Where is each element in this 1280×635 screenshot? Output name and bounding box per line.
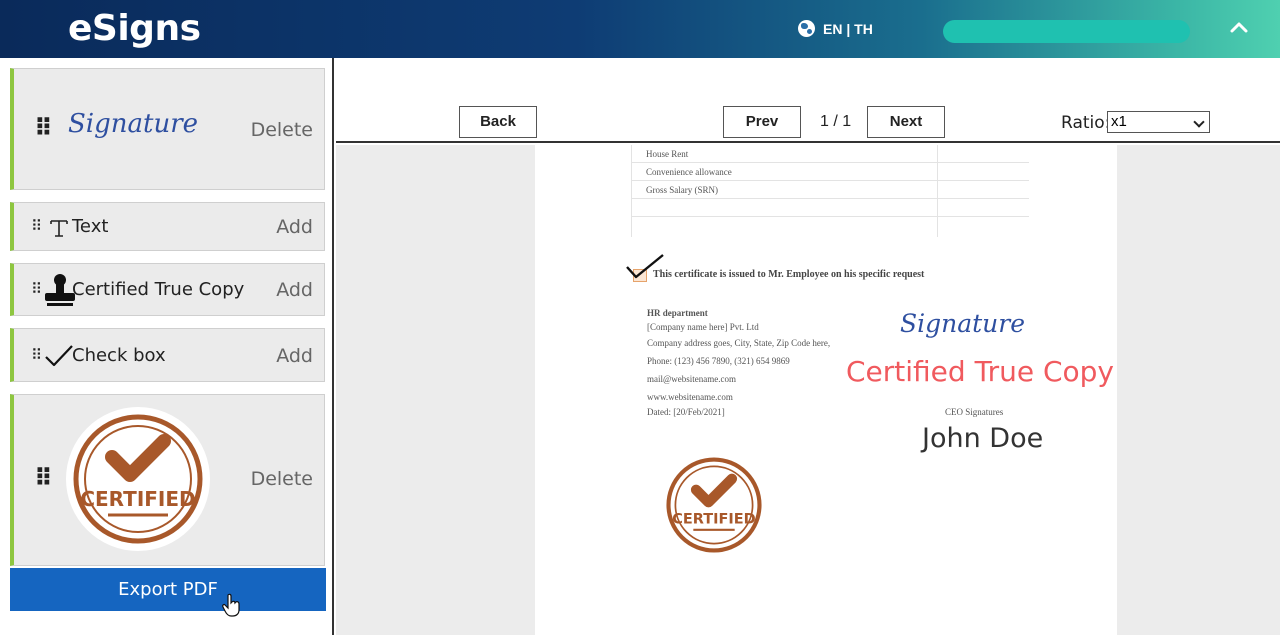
sidebar-item-label: Check box [72, 345, 166, 366]
certificate-statement: This certificate is issued to Mr. Employ… [653, 269, 925, 280]
signature-preview: Signature [68, 109, 199, 139]
pdf-page[interactable]: House Rent Convenience allowance Gross S… [535, 145, 1117, 635]
ratio-select[interactable]: x1 [1107, 111, 1210, 133]
add-button[interactable]: Add [276, 279, 313, 301]
hand-pointer-icon [222, 593, 240, 617]
drag-handle-icon[interactable]: ⠿ [34, 467, 53, 491]
certified-seal-image: CERTIFIED [66, 407, 210, 551]
pdf-viewer[interactable]: House Rent Convenience allowance Gross S… [336, 145, 1280, 635]
export-pdf-button[interactable]: Export PDF [10, 568, 326, 617]
export-pdf-label[interactable]: Export PDF [118, 579, 218, 600]
placed-signature[interactable]: Signature [900, 309, 1025, 338]
ceo-name[interactable]: John Doe [922, 423, 1043, 454]
ratio-select-value: x1 [1111, 113, 1127, 130]
chevron-up-icon[interactable] [1228, 16, 1250, 38]
table-column-divider [937, 145, 938, 237]
sidebar-item-check-box[interactable]: ⠿ Check box Add [10, 328, 325, 382]
back-button[interactable]: Back [459, 106, 537, 138]
hr-phone: Phone: (123) 456 7890, (321) 654 9869 [647, 356, 790, 366]
drag-handle-icon[interactable]: ⠿ [31, 348, 42, 363]
hr-dated: Dated: [20/Feb/2021] [647, 407, 725, 417]
table-row [632, 199, 1029, 217]
checkmark-icon [45, 345, 73, 367]
header-progress-pill [943, 20, 1190, 43]
ratio-label: Ratio: [1061, 113, 1111, 133]
viewer-toolbar: Back Prev 1 / 1 Next Ratio: x1 [336, 58, 1280, 143]
app-logo: eSigns [68, 8, 201, 49]
language-label[interactable]: EN | TH [823, 21, 873, 37]
table-row: House Rent [632, 145, 1029, 163]
table-row [632, 217, 1029, 235]
sidebar-item-certified-seal[interactable]: ⠿ CERTIFIED Delete [10, 394, 325, 566]
sidebar: ⠿ Signature Delete ⠿ Text Add ⠿ Certifie… [0, 58, 334, 635]
app-header: eSigns EN | TH [0, 0, 1280, 58]
sidebar-item-text[interactable]: ⠿ Text Add [10, 202, 325, 251]
hr-website: www.websitename.com [647, 392, 733, 402]
prev-button[interactable]: Prev [723, 106, 801, 138]
add-button[interactable]: Add [276, 216, 313, 238]
drag-handle-icon[interactable]: ⠿ [31, 282, 42, 297]
hr-email: mail@websitename.com [647, 374, 737, 384]
salary-table: House Rent Convenience allowance Gross S… [631, 145, 1029, 237]
drag-handle-icon[interactable]: ⠿ [31, 219, 42, 234]
ceo-signature-label: CEO Signatures [945, 407, 1004, 417]
table-row: Convenience allowance [632, 163, 1029, 181]
seal-text: CERTIFIED [80, 487, 195, 511]
table-row: Gross Salary (SRN) [632, 181, 1029, 199]
hr-company: [Company name here] Pvt. Ltd [647, 322, 759, 332]
add-button[interactable]: Add [276, 345, 313, 367]
sidebar-item-signature[interactable]: ⠿ Signature Delete [10, 68, 325, 190]
sidebar-item-certified-true-copy[interactable]: ⠿ Certified True Copy Add [10, 263, 325, 316]
drag-handle-icon[interactable]: ⠿ [34, 117, 53, 141]
sidebar-item-label: Certified True Copy [72, 279, 245, 300]
text-cursor-icon [50, 220, 68, 237]
delete-button[interactable]: Delete [251, 119, 313, 141]
page-indicator: 1 / 1 [820, 113, 852, 130]
hr-department: HR department [647, 308, 708, 318]
hr-address: Company address goes, City, State, Zip C… [647, 338, 831, 348]
delete-button[interactable]: Delete [251, 468, 313, 490]
placed-certified-seal[interactable]: CERTIFIED [663, 454, 765, 556]
placed-certified-true-copy[interactable]: Certified True Copy [846, 355, 1114, 388]
next-button[interactable]: Next [867, 106, 945, 138]
sidebar-item-label: Text [72, 216, 109, 237]
language-switcher[interactable]: EN | TH [798, 20, 873, 37]
globe-icon [798, 20, 815, 37]
seal-text: CERTIFIED [672, 512, 755, 528]
